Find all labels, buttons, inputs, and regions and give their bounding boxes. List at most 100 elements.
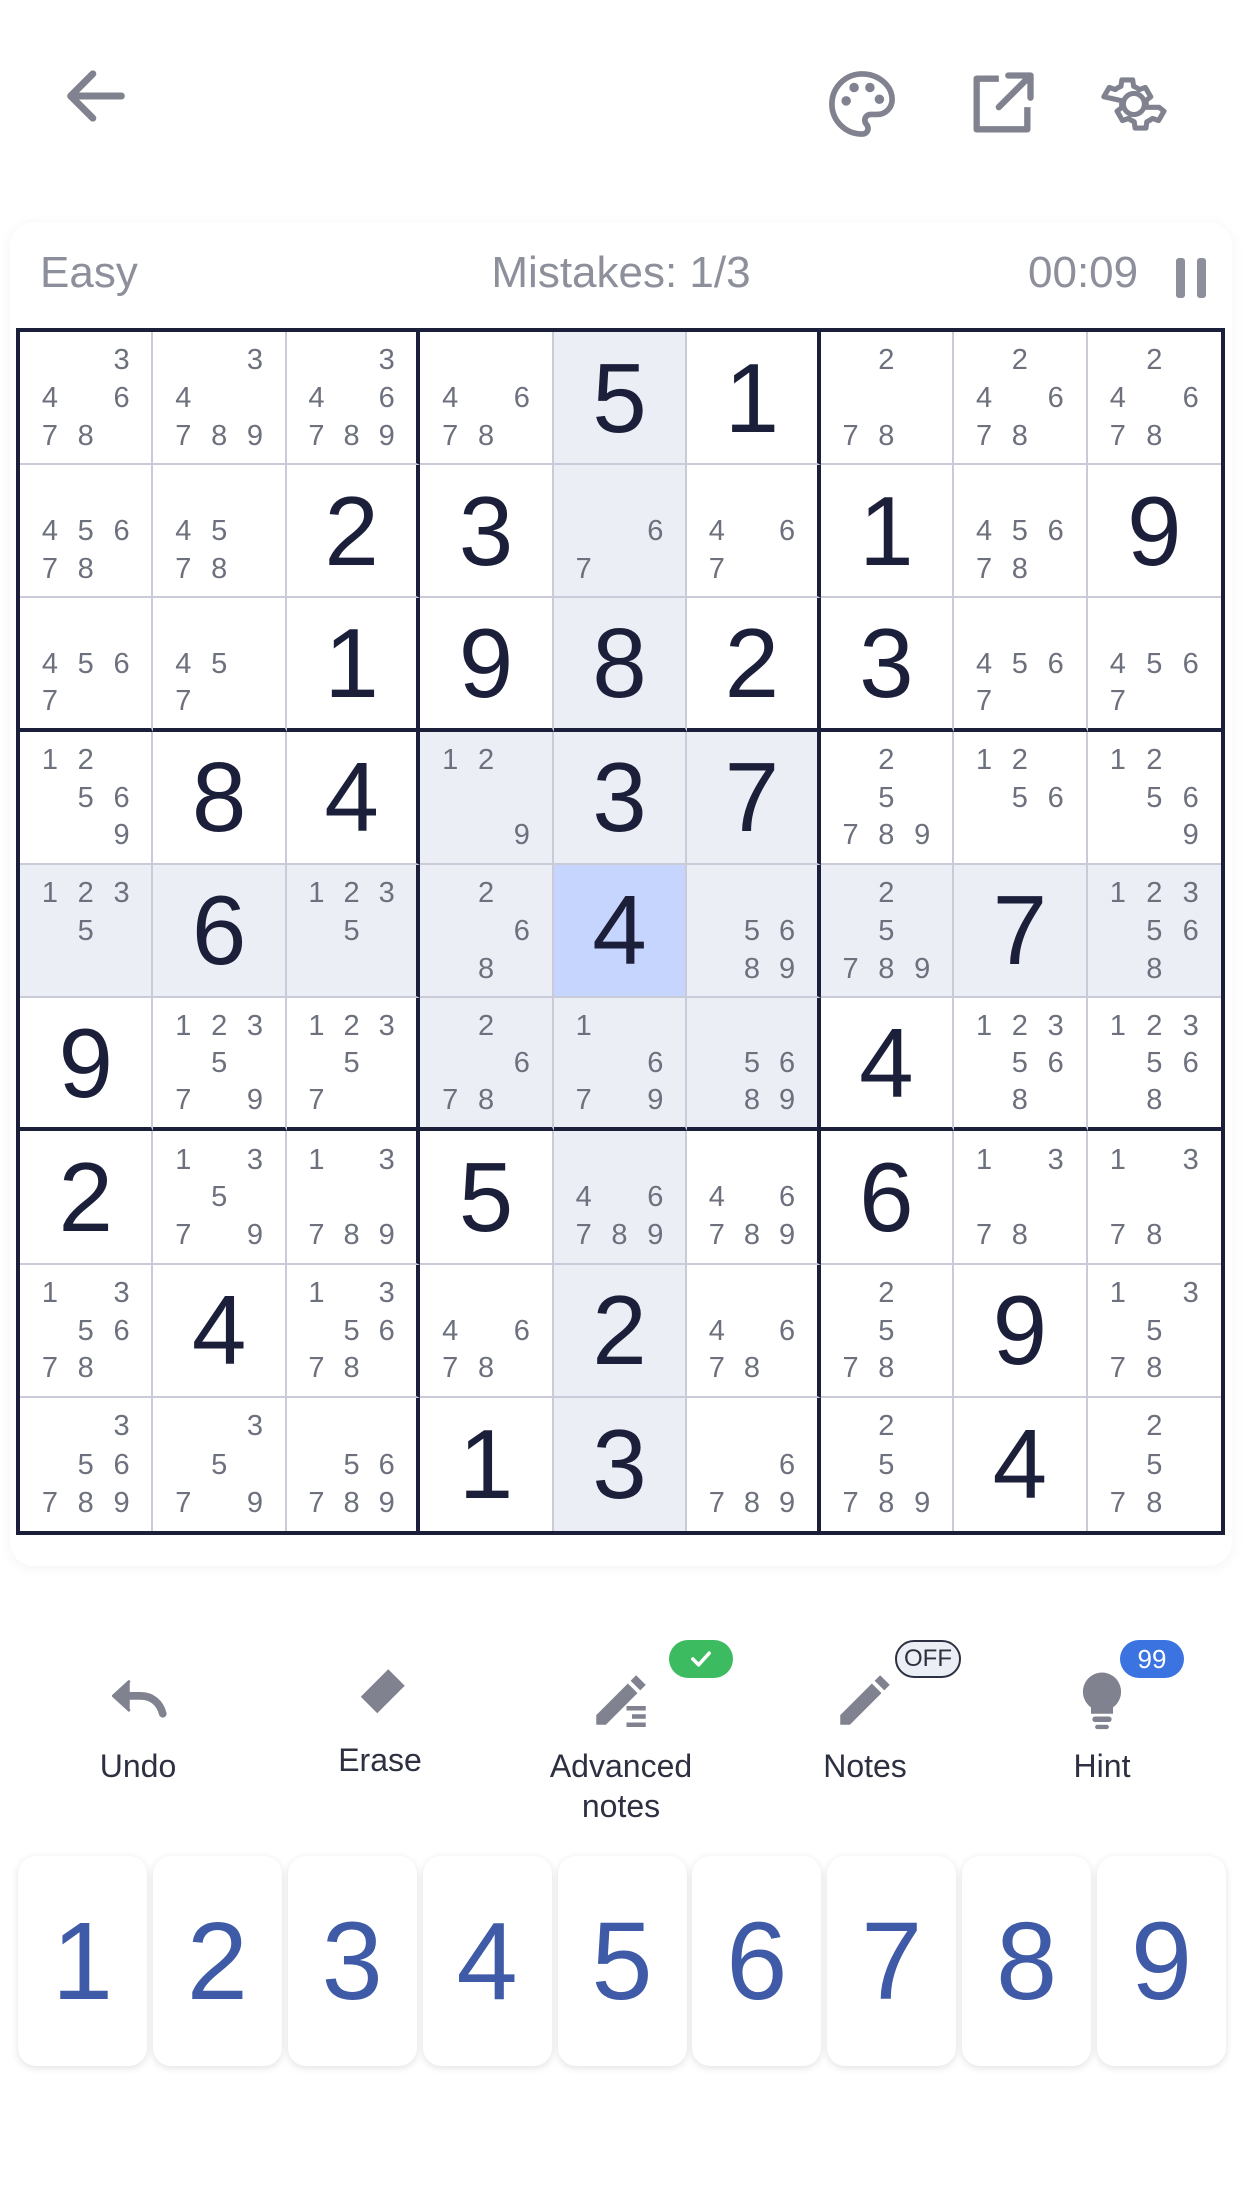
number-key-6[interactable]: 6 <box>692 1856 822 2066</box>
back-button[interactable] <box>46 46 146 146</box>
cell-r1-c4[interactable]: 4 6 78 <box>420 332 554 466</box>
cell-r7-c7[interactable]: 6 <box>820 1131 955 1265</box>
cell-r2-c6[interactable]: 4 6 7 <box>687 465 821 599</box>
cell-r3-c6[interactable]: 2 <box>687 598 821 732</box>
cell-r8-c7[interactable]: 2 578 <box>820 1264 955 1398</box>
cell-r7-c2[interactable]: 1 357 9 <box>153 1131 287 1265</box>
number-key-1[interactable]: 1 <box>18 1856 147 2066</box>
cell-r1-c1[interactable]: 3 4 6 78 <box>20 332 154 466</box>
number-key-8[interactable]: 8 <box>962 1856 1092 2066</box>
cell-r9-c6[interactable]: 6 789 <box>687 1397 821 1531</box>
cell-r5-c8[interactable]: 7 <box>954 864 1088 999</box>
cell-r6-c3[interactable]: 12357 <box>286 998 421 1132</box>
cell-r5-c9[interactable]: 123568 <box>1087 864 1221 999</box>
number-key-5[interactable]: 5 <box>557 1856 687 2066</box>
number-key-9[interactable]: 9 <box>1097 1856 1226 2066</box>
cell-r5-c2[interactable]: 6 <box>153 864 287 999</box>
cell-r5-c3[interactable]: 1235 <box>286 864 421 999</box>
cell-r7-c9[interactable]: 1 3 78 <box>1087 1131 1221 1265</box>
cell-r9-c9[interactable]: 2 578 <box>1088 1398 1221 1531</box>
erase-button[interactable]: Erase <box>280 1654 480 1780</box>
cell-r2-c4[interactable]: 3 <box>420 465 554 599</box>
cell-r7-c6[interactable]: 4 6 789 <box>687 1131 821 1265</box>
cell-r1-c5[interactable]: 5 <box>553 332 688 466</box>
cell-r9-c8[interactable]: 4 <box>954 1397 1088 1531</box>
cell-r8-c4[interactable]: 4 6 78 <box>420 1264 554 1398</box>
cell-r1-c8[interactable]: 24 6 78 <box>954 332 1088 466</box>
cell-r4-c5[interactable]: 3 <box>553 731 688 865</box>
number-key-2[interactable]: 2 <box>152 1856 282 2066</box>
undo-button[interactable]: Undo <box>38 1660 238 1786</box>
cell-r9-c1[interactable]: 356 789 <box>20 1397 154 1531</box>
cell-r1-c2[interactable]: 3 4 789 <box>153 332 287 466</box>
cell-r4-c7[interactable]: 2 5789 <box>820 731 955 865</box>
pause-button[interactable] <box>1176 258 1206 298</box>
cell-r3-c4[interactable]: 9 <box>420 598 554 732</box>
cell-r6-c6[interactable]: 5689 <box>687 998 821 1132</box>
cell-r2-c1[interactable]: 456 78 <box>20 465 154 599</box>
cell-r1-c6[interactable]: 1 <box>687 332 821 466</box>
cell-r7-c8[interactable]: 1 3 78 <box>954 1131 1088 1265</box>
cell-r6-c7[interactable]: 4 <box>820 998 955 1132</box>
cell-r8-c5[interactable]: 2 <box>553 1264 688 1398</box>
cell-r9-c4[interactable]: 1 <box>420 1397 554 1531</box>
cell-r1-c9[interactable]: 24 6 78 <box>1087 332 1221 466</box>
cell-r6-c2[interactable]: 12357 9 <box>153 998 287 1132</box>
cell-r1-c3[interactable]: 3 4 6 789 <box>286 332 421 466</box>
cell-r7-c5[interactable]: 4 6 789 <box>553 1131 688 1265</box>
cell-r3-c9[interactable]: 456 7 <box>1087 598 1221 732</box>
cell-r2-c9[interactable]: 9 <box>1087 465 1221 599</box>
cell-r7-c4[interactable]: 5 <box>420 1131 554 1265</box>
cell-r6-c5[interactable]: 1679 <box>553 998 688 1132</box>
hint-button[interactable]: Hint 99 <box>1002 1640 1202 1786</box>
cell-r5-c1[interactable]: 1235 <box>20 864 154 999</box>
cell-r4-c8[interactable]: 12 56 <box>954 731 1088 865</box>
cell-r4-c9[interactable]: 12 56 9 <box>1087 732 1221 865</box>
cell-r8-c2[interactable]: 4 <box>153 1264 287 1398</box>
cell-r2-c7[interactable]: 1 <box>820 465 955 599</box>
cell-r2-c8[interactable]: 456 78 <box>954 465 1088 599</box>
cell-r3-c2[interactable]: 457 <box>153 598 287 732</box>
cell-r4-c6[interactable]: 7 <box>687 731 821 865</box>
cell-r9-c2[interactable]: 357 9 <box>153 1397 287 1531</box>
settings-button[interactable] <box>1082 54 1182 154</box>
cell-r9-c7[interactable]: 2 5789 <box>821 1397 955 1531</box>
cell-r3-c7[interactable]: 3 <box>820 598 955 732</box>
theme-button[interactable] <box>812 54 912 154</box>
notes-button[interactable]: Notes OFF <box>765 1640 965 1786</box>
cell-r2-c3[interactable]: 2 <box>286 465 421 599</box>
cell-r2-c5[interactable]: 67 <box>553 465 688 599</box>
cell-r6-c4[interactable]: 26 78 <box>420 998 554 1132</box>
cell-r3-c8[interactable]: 456 7 <box>954 598 1088 732</box>
cell-r3-c1[interactable]: 456 7 <box>20 598 154 732</box>
cell-r5-c4[interactable]: 268 <box>420 864 554 999</box>
cell-r4-c4[interactable]: 12 9 <box>420 731 554 865</box>
cell-r8-c3[interactable]: 1 356 78 <box>286 1264 421 1398</box>
cell-r8-c9[interactable]: 1 3578 <box>1087 1265 1221 1398</box>
cell-r8-c1[interactable]: 1 356 78 <box>20 1264 154 1398</box>
cell-r3-c3[interactable]: 1 <box>286 598 421 732</box>
cell-r7-c3[interactable]: 1 3 789 <box>286 1131 421 1265</box>
number-key-4[interactable]: 4 <box>422 1856 552 2066</box>
cell-r2-c2[interactable]: 4578 <box>153 465 287 599</box>
cell-r8-c6[interactable]: 4 6 78 <box>687 1264 821 1398</box>
cell-r6-c1[interactable]: 9 <box>20 998 154 1132</box>
cell-r9-c3[interactable]: 56 789 <box>287 1397 421 1531</box>
cell-r4-c1[interactable]: 12 56 9 <box>20 731 154 865</box>
cell-r5-c7[interactable]: 2 5789 <box>820 864 955 999</box>
cell-r6-c9[interactable]: 123568 <box>1087 998 1221 1132</box>
cell-r9-c5[interactable]: 3 <box>553 1397 688 1531</box>
cell-r1-c7[interactable]: 2 78 <box>820 332 955 466</box>
cell-r4-c3[interactable]: 4 <box>286 731 421 865</box>
cell-r5-c6[interactable]: 5689 <box>687 864 821 999</box>
share-button[interactable] <box>952 54 1052 154</box>
cell-r3-c5[interactable]: 8 <box>553 598 688 732</box>
cell-r6-c8[interactable]: 123568 <box>954 998 1088 1132</box>
number-key-7[interactable]: 7 <box>827 1856 957 2066</box>
cell-r4-c2[interactable]: 8 <box>153 731 287 865</box>
cell-r8-c8[interactable]: 9 <box>954 1264 1088 1398</box>
cell-r5-c5[interactable]: 4 <box>553 864 688 999</box>
cell-r7-c1[interactable]: 2 <box>20 1131 154 1265</box>
advanced-notes-button[interactable]: Advanced notes <box>521 1640 733 1826</box>
number-key-3[interactable]: 3 <box>287 1856 417 2066</box>
